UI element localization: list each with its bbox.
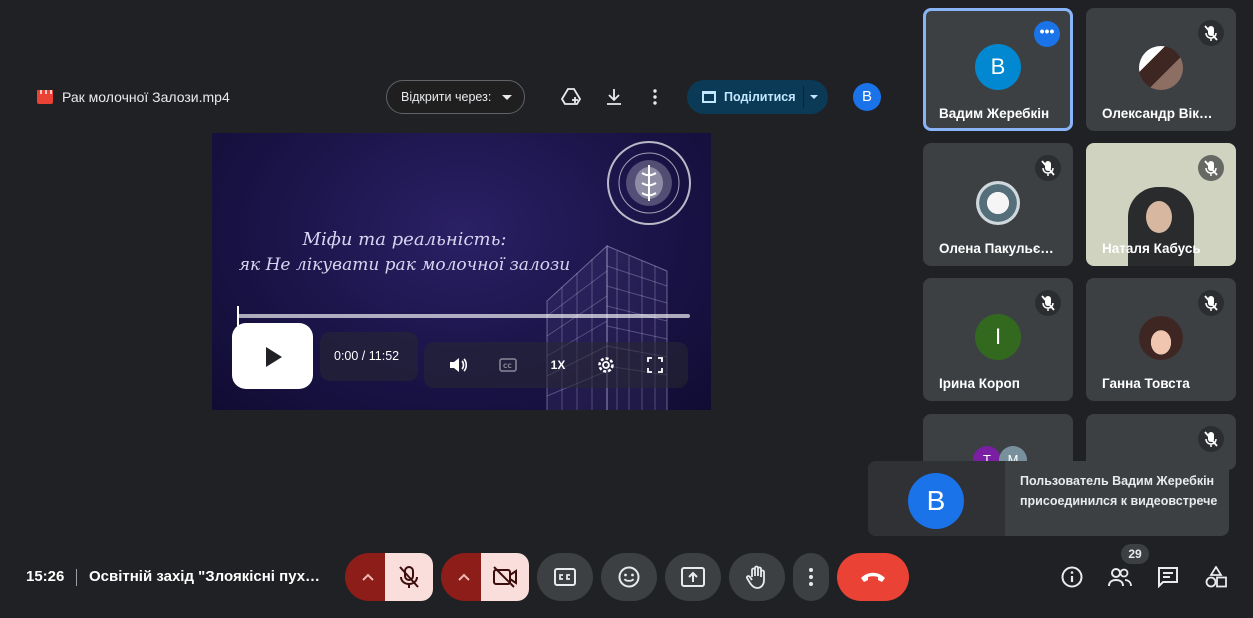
toast-message: Пользователь Вадим Жеребкін присоединилс…	[1020, 474, 1218, 508]
meeting-details-button[interactable]	[1060, 565, 1084, 589]
avatar: I	[975, 314, 1021, 360]
mic-off-icon	[1198, 155, 1224, 181]
video-title-line1: Міфи та реальність:	[302, 229, 507, 250]
mic-toggle-button[interactable]	[385, 553, 433, 601]
avatar-photo	[1139, 316, 1183, 360]
meet-window: Рак молочної Залози.mp4 Відкрити через: …	[0, 0, 1253, 618]
hand-icon	[746, 565, 765, 589]
more-options-button[interactable]	[793, 553, 829, 601]
divider	[76, 569, 77, 586]
people-button[interactable]	[1108, 565, 1132, 589]
video-progress-bar[interactable]	[238, 314, 690, 318]
participant-tile-natalia[interactable]: Наталя Кабусь	[1086, 143, 1236, 266]
video-progress-handle[interactable]	[237, 306, 239, 326]
open-with-dropdown[interactable]: Відкрити через:	[386, 80, 525, 114]
mic-off-icon	[399, 566, 419, 588]
participant-name: Олена Пакульє…	[939, 241, 1054, 256]
play-button[interactable]	[232, 323, 313, 389]
participant-name: Ганна Товста	[1102, 376, 1190, 391]
end-call-button[interactable]	[837, 553, 909, 601]
video-player[interactable]: Міфи та реальність: як Не лікувати рак м…	[212, 133, 711, 410]
captions-button[interactable]	[537, 553, 593, 601]
participant-name: Наталя Кабусь	[1102, 241, 1201, 256]
volume-icon[interactable]	[448, 355, 468, 375]
open-with-label: Відкрити через:	[401, 90, 492, 104]
raise-hand-button[interactable]	[729, 553, 785, 601]
chat-button[interactable]	[1156, 565, 1180, 589]
participant-tile-vadym[interactable]: B ••• Вадим Жеребкін	[923, 8, 1073, 131]
video-time: 0:00 / 11:52	[320, 332, 418, 381]
playback-speed[interactable]: 1X	[548, 355, 568, 375]
camera-off-icon	[493, 566, 517, 588]
activities-icon	[1205, 566, 1227, 588]
participant-count-badge: 29	[1121, 544, 1149, 564]
mic-off-icon	[1198, 290, 1224, 316]
chat-icon	[1158, 567, 1178, 588]
present-icon	[681, 567, 705, 587]
participant-face	[1146, 201, 1172, 233]
fullscreen-icon[interactable]	[645, 355, 665, 375]
video-controls: CC 1X	[424, 342, 688, 388]
mic-off-icon	[1035, 155, 1061, 181]
avatar-photo	[976, 181, 1020, 225]
video-file-icon	[37, 90, 53, 104]
svg-text:CC: CC	[503, 363, 512, 370]
hang-up-icon	[861, 572, 885, 582]
participant-tile-hanna[interactable]: Ганна Товста	[1086, 278, 1236, 401]
participant-tile-iryna[interactable]: I Ірина Короп	[923, 278, 1073, 401]
share-label: Поділитися	[724, 90, 796, 104]
participant-name: Вадим Жеребкін	[939, 106, 1050, 121]
clock: 15:26	[26, 568, 65, 585]
more-vert-icon[interactable]	[644, 86, 666, 108]
avatar: B	[908, 473, 964, 529]
university-seal-logo	[607, 141, 691, 225]
avatar-photo	[1139, 46, 1183, 90]
join-notification: B Пользователь Вадим Жеребкін присоедини…	[868, 461, 1229, 536]
participant-tile-olena[interactable]: Олена Пакульє…	[923, 143, 1073, 266]
download-icon[interactable]	[603, 86, 625, 108]
emoji-icon	[618, 566, 640, 588]
settings-gear-icon[interactable]	[596, 355, 616, 375]
info-icon	[1061, 566, 1083, 588]
participant-name: Олександр Вік…	[1102, 106, 1213, 121]
share-divider	[803, 86, 804, 108]
captions-icon[interactable]: CC	[498, 355, 518, 375]
mic-off-icon	[1198, 20, 1224, 46]
file-preview-header: Рак молочної Залози.mp4 Відкрити через: …	[0, 78, 905, 118]
people-icon	[1108, 568, 1132, 587]
reactions-button[interactable]	[601, 553, 657, 601]
participant-tile-oleksandr[interactable]: Олександр Вік…	[1086, 8, 1236, 131]
chevron-down-icon[interactable]	[810, 95, 818, 99]
video-title-line2: як Не лікувати рак молочної залози	[238, 255, 571, 275]
file-name: Рак молочної Залози.mp4	[62, 89, 230, 105]
account-avatar[interactable]: B	[853, 83, 881, 111]
meeting-title: Освітній захід "Злоякісні пух…	[89, 568, 321, 585]
building-icon	[702, 91, 716, 103]
audio-options-button[interactable]	[345, 553, 389, 601]
activities-button[interactable]	[1204, 565, 1228, 589]
more-vert-icon	[809, 568, 813, 586]
mic-off-icon	[1035, 290, 1061, 316]
present-screen-button[interactable]	[665, 553, 721, 601]
video-options-button[interactable]	[441, 553, 485, 601]
mic-off-icon	[1198, 426, 1224, 452]
avatar: B	[975, 44, 1021, 90]
chevron-down-icon	[502, 95, 512, 100]
participant-name: Ірина Короп	[939, 376, 1020, 391]
add-to-drive-icon[interactable]	[560, 86, 582, 108]
more-options-icon[interactable]: •••	[1034, 21, 1060, 47]
captions-icon	[554, 568, 576, 586]
share-button[interactable]: Поділитися	[687, 80, 828, 114]
camera-toggle-button[interactable]	[481, 553, 529, 601]
